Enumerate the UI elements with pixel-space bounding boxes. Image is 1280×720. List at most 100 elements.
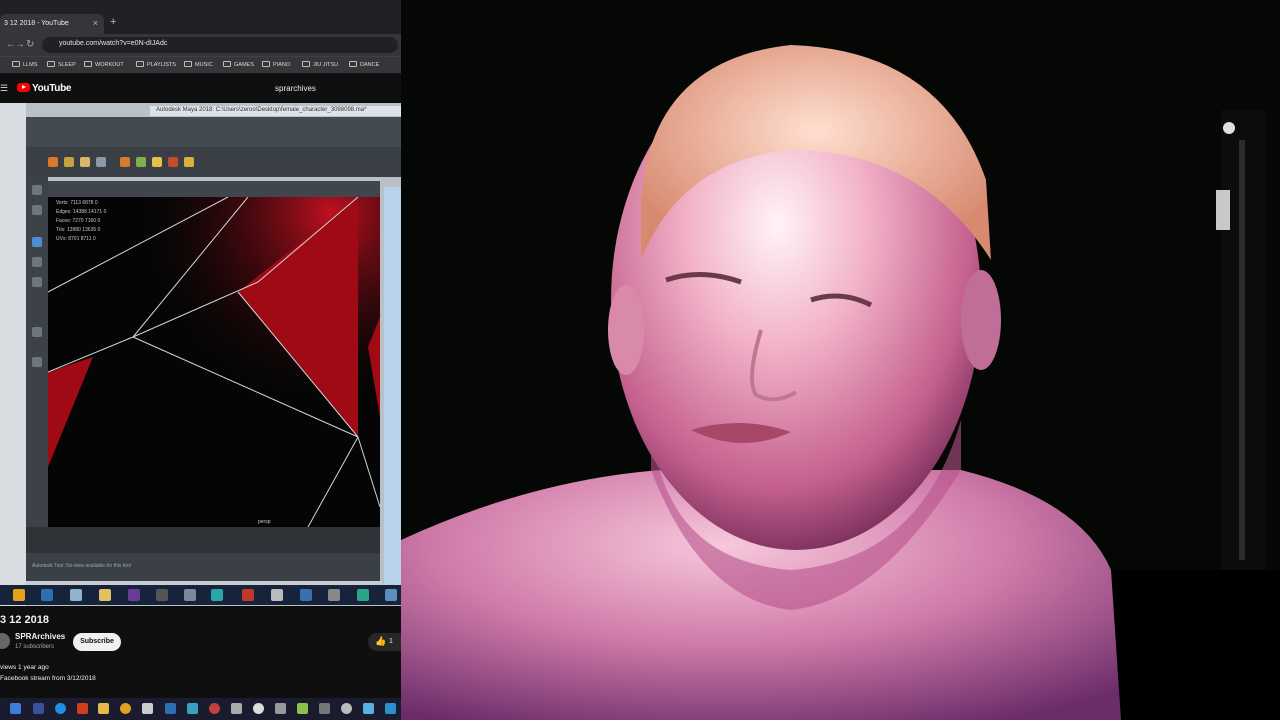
- shelf-tool-icon: [120, 157, 130, 167]
- maya-title-text: Autodesk Maya 2018: C:\Users\zeroo\Deskt…: [156, 107, 367, 113]
- rotate-tool-icon: [32, 257, 42, 267]
- browser-tab[interactable]: 3 12 2018 - YouTube ×: [0, 14, 104, 34]
- shelf-tool-icon: [184, 157, 194, 167]
- settings-icon[interactable]: [231, 703, 242, 714]
- maya-timeline[interactable]: [26, 527, 380, 553]
- app-icon[interactable]: [209, 703, 220, 714]
- bookmark-music[interactable]: MUSIC: [184, 61, 213, 68]
- app-icon: [70, 589, 82, 601]
- app-icon[interactable]: [77, 703, 88, 714]
- bookmark-sleep[interactable]: SLEEP: [47, 61, 76, 68]
- app-icon[interactable]: [253, 703, 264, 714]
- bookmark-playlists[interactable]: PLAYLISTS: [136, 61, 176, 68]
- bookmark-games[interactable]: GAMES: [223, 61, 254, 68]
- edge-icon[interactable]: [55, 703, 66, 714]
- app-icon: [13, 589, 25, 601]
- subscribe-button[interactable]: Subscribe: [73, 633, 121, 651]
- maya-viewport: Verts: 7113 6878 0 Edges: 14388 14171 0 …: [48, 197, 380, 527]
- bookmark-workout[interactable]: WORKOUT: [84, 61, 124, 68]
- youtube-logo-text[interactable]: YouTube: [32, 83, 72, 94]
- app-icon: [385, 589, 397, 601]
- webcam-person-image: [401, 0, 1280, 720]
- shelf-tool-icon: [152, 157, 162, 167]
- address-bar[interactable]: youtube.com/watch?v=e0N-dIJAdc: [42, 37, 398, 53]
- hud-row: Edges: 14388 14171 0: [56, 209, 107, 215]
- bookmark-jiu-jitsu[interactable]: JIU JITSU: [302, 61, 338, 68]
- maya-toolbox: [26, 177, 48, 587]
- tab-title: 3 12 2018 - YouTube: [4, 20, 69, 27]
- video-title: 3 12 2018: [0, 614, 49, 626]
- app-icon: [357, 589, 369, 601]
- app-icon[interactable]: [341, 703, 352, 714]
- app-icon: [300, 589, 312, 601]
- description-line: Facebook stream from 3/12/2018: [0, 675, 96, 682]
- select-tool-icon: [32, 185, 42, 195]
- forward-icon[interactable]: →: [15, 39, 25, 50]
- app-icon[interactable]: [363, 703, 374, 714]
- photoshop-icon[interactable]: [165, 703, 176, 714]
- file-explorer-icon[interactable]: [98, 703, 109, 714]
- reload-icon[interactable]: ↻: [26, 39, 34, 50]
- close-tab-icon[interactable]: ×: [93, 18, 98, 28]
- maya-title-bar: Autodesk Maya 2018: C:\Users\zeroo\Deskt…: [150, 106, 401, 116]
- search-input[interactable]: sprarchives: [275, 84, 316, 93]
- windows-start-icon[interactable]: [10, 703, 21, 714]
- maya-side-panel: [384, 187, 401, 587]
- photoshop-icon: [41, 589, 53, 601]
- app-icon[interactable]: [385, 703, 396, 714]
- app-icon: [271, 589, 283, 601]
- recorded-taskbar: [0, 585, 401, 605]
- premiere-icon: [128, 589, 140, 601]
- new-tab-icon[interactable]: +: [110, 16, 116, 28]
- browser-tab-bar: 3 12 2018 - YouTube × +: [0, 0, 401, 34]
- shelf-tool-icon: [168, 157, 178, 167]
- maya-shelf: [26, 147, 401, 177]
- thumbs-up-icon: 👍: [375, 636, 387, 646]
- view-date-line: views 1 year ago: [0, 664, 49, 671]
- channel-avatar[interactable]: [0, 633, 10, 649]
- app-icon[interactable]: [187, 703, 198, 714]
- folder-icon: [99, 589, 111, 601]
- app-icon: [328, 589, 340, 601]
- like-count: 1: [389, 638, 393, 645]
- url-text: youtube.com/watch?v=e0N-dIJAdc: [59, 40, 168, 47]
- address-toolbar: ← → ↻ youtube.com/watch?v=e0N-dIJAdc: [0, 34, 401, 56]
- maya-menu-bar: [26, 117, 401, 147]
- hud-row: Tris: 13980 13635 0: [56, 227, 101, 233]
- app-icon[interactable]: [275, 703, 286, 714]
- hud-row: UVs: 8701 8711 0: [56, 236, 96, 242]
- shelf-tool-icon: [48, 157, 58, 167]
- help-text: Autodesk Tool: No view available for thi…: [32, 563, 131, 569]
- notepad-icon[interactable]: [297, 703, 308, 714]
- layout-icon: [32, 327, 42, 337]
- app-icon: [184, 589, 196, 601]
- lasso-tool-icon: [32, 205, 42, 215]
- like-button[interactable]: 👍 1: [368, 633, 401, 651]
- youtube-header: ☰ YouTube sprarchives: [0, 78, 401, 100]
- desktop-edge: [0, 103, 26, 606]
- document-icon[interactable]: [142, 703, 153, 714]
- viewport-toolbar: [48, 181, 380, 197]
- bookmark-llms[interactable]: LLMS: [12, 61, 37, 68]
- powershell-icon[interactable]: [33, 703, 44, 714]
- subscriber-count: 17 subscribers: [15, 644, 55, 650]
- scale-tool-icon: [32, 277, 42, 287]
- poly-count-hud: Verts: 7113 6878 0 Edges: 14388 14171 0 …: [56, 199, 106, 244]
- channel-name[interactable]: SPRArchives: [15, 632, 65, 641]
- move-tool-icon: [32, 237, 42, 247]
- menu-icon[interactable]: ☰: [0, 83, 8, 94]
- video-player[interactable]: Autodesk Maya 2018: C:\Users\zeroo\Deskt…: [0, 103, 401, 606]
- bookmark-dance[interactable]: DANCE: [349, 61, 379, 68]
- app-icon[interactable]: [319, 703, 330, 714]
- app-icon: [242, 589, 254, 601]
- camera-label: persp: [258, 519, 271, 525]
- maya-help-line: Autodesk Tool: No view available for thi…: [26, 553, 380, 581]
- youtube-logo-icon[interactable]: [17, 83, 30, 92]
- bookmark-piano[interactable]: PIANO: [262, 61, 290, 68]
- wireframe-mesh: [48, 197, 380, 527]
- shelf-tool-icon: [136, 157, 146, 167]
- webcam-feed: [401, 0, 1280, 720]
- shelf-tool-icon: [64, 157, 74, 167]
- chrome-icon[interactable]: [120, 703, 131, 714]
- shelf-tool-icon: [96, 157, 106, 167]
